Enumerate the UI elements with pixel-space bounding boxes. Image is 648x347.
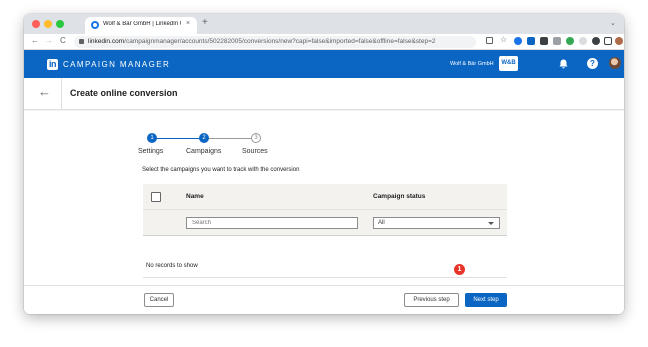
- share-icon[interactable]: [486, 37, 493, 44]
- user-avatar[interactable]: [609, 57, 621, 69]
- new-tab-button[interactable]: +: [202, 17, 208, 28]
- table-divider: [143, 277, 507, 278]
- back-button[interactable]: ←: [31, 36, 39, 45]
- browser-toolbar: ← → C linkedin.com/campaignmanager/accou…: [24, 34, 624, 50]
- extension-icon[interactable]: [566, 37, 574, 45]
- browser-tab[interactable]: Wolf & Bär GmbH | LinkedIn C ×: [85, 17, 197, 34]
- table-header: Name Campaign status: [143, 184, 507, 209]
- forward-button[interactable]: →: [45, 36, 53, 45]
- divider: [61, 78, 62, 110]
- browser-window: Wolf & Bär GmbH | LinkedIn C × + ⌄ ← → C…: [24, 14, 624, 314]
- account-name[interactable]: Wolf & Bär GmbH: [450, 61, 494, 67]
- select-value: All: [378, 220, 385, 226]
- campaign-status-select[interactable]: All: [373, 217, 500, 229]
- linkedin-logo[interactable]: in: [47, 59, 58, 70]
- back-arrow-icon[interactable]: ←: [38, 84, 51, 99]
- select-all-checkbox[interactable]: [151, 192, 161, 202]
- favicon-icon: [91, 21, 99, 29]
- next-step-button[interactable]: Next step: [465, 293, 507, 307]
- footer-bar: Cancel Previous step Next step: [24, 285, 624, 314]
- extension-icon[interactable]: [579, 37, 587, 45]
- instruction-text: Select the campaigns you want to track w…: [142, 167, 300, 173]
- filter-row: All: [143, 209, 507, 236]
- main-content: 1 2 3 Settings Campaigns Sources Select …: [24, 111, 624, 285]
- step-2-indicator: 2: [199, 133, 209, 143]
- close-window-button[interactable]: [32, 20, 40, 28]
- account-logo[interactable]: W&B: [499, 56, 518, 71]
- step-2-label: Campaigns: [186, 148, 222, 155]
- column-header-campaign-status[interactable]: Campaign status: [373, 193, 425, 200]
- extension-icon[interactable]: [514, 37, 522, 45]
- column-header-name[interactable]: Name: [186, 193, 204, 200]
- profile-avatar[interactable]: [615, 37, 623, 45]
- help-icon[interactable]: ?: [587, 58, 598, 69]
- address-bar[interactable]: linkedin.com/campaignmanager/accounts/50…: [74, 36, 476, 48]
- bell-icon[interactable]: [559, 59, 568, 71]
- page-title: Create online conversion: [70, 88, 178, 98]
- step-3-label: Sources: [242, 148, 268, 155]
- bookmark-star-icon[interactable]: ☆: [500, 35, 508, 44]
- step-connector: [207, 138, 255, 139]
- lock-icon: [79, 39, 84, 44]
- tab-strip: Wolf & Bär GmbH | LinkedIn C × + ⌄: [24, 14, 624, 34]
- page-title-bar: ← Create online conversion: [24, 78, 624, 110]
- step-1-label: Settings: [138, 148, 164, 155]
- previous-step-button[interactable]: Previous step: [404, 293, 459, 307]
- tab-close-icon[interactable]: ×: [186, 20, 190, 27]
- sidebar-icon[interactable]: [604, 37, 612, 45]
- step-1-indicator: 1: [147, 133, 157, 143]
- extension-icon[interactable]: [553, 37, 561, 45]
- empty-state-text: No records to show: [146, 263, 198, 269]
- step-connector: [155, 138, 203, 139]
- url-text: linkedin.com/campaignmanager/accounts/50…: [88, 38, 436, 45]
- minimize-window-button[interactable]: [44, 20, 52, 28]
- puzzle-icon[interactable]: [592, 37, 600, 45]
- maximize-window-button[interactable]: [56, 20, 64, 28]
- annotation-marker: 1: [454, 264, 465, 275]
- extension-icon[interactable]: [540, 37, 548, 45]
- search-input[interactable]: [186, 217, 358, 229]
- cancel-button[interactable]: Cancel: [144, 293, 174, 307]
- tab-title: Wolf & Bär GmbH | LinkedIn C: [103, 21, 181, 27]
- extension-icon[interactable]: [527, 37, 535, 45]
- app-name[interactable]: CAMPAIGN MANAGER: [63, 60, 170, 69]
- reload-button[interactable]: C: [60, 36, 66, 45]
- chevron-down-icon: [488, 222, 494, 225]
- step-3-indicator: 3: [251, 133, 261, 143]
- screenshot-stage: Wolf & Bär GmbH | LinkedIn C × + ⌄ ← → C…: [0, 0, 648, 347]
- linkedin-header: in CAMPAIGN MANAGER Wolf & Bär GmbH W&B …: [24, 50, 624, 78]
- tab-search-icon[interactable]: ⌄: [610, 19, 616, 27]
